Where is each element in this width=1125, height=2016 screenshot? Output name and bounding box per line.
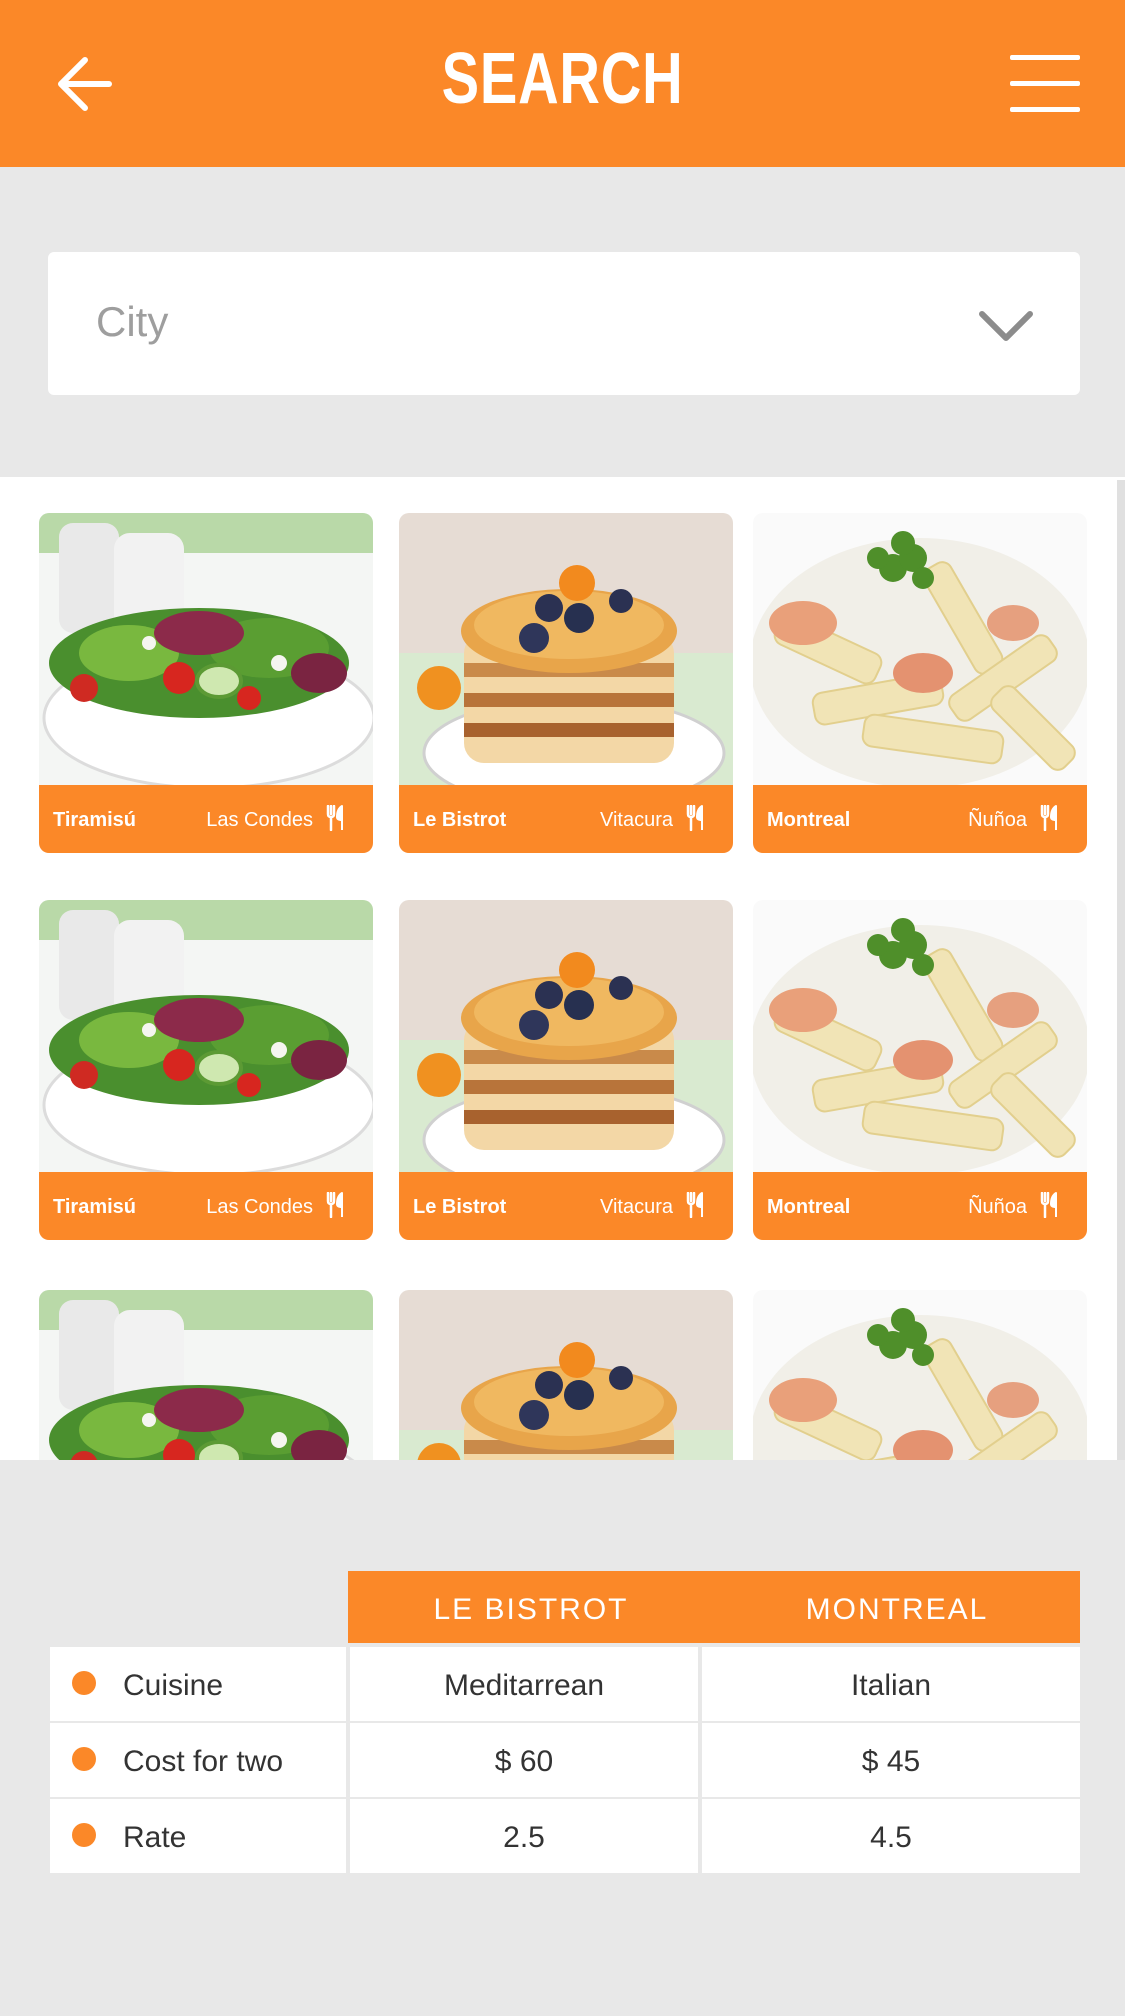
arrow-left-icon xyxy=(58,57,112,111)
restaurant-name: Montreal xyxy=(767,809,851,831)
food-image xyxy=(39,900,373,1172)
restaurant-name: Le Bistrot xyxy=(413,1196,507,1218)
column-header-le-bistrot: LE BISTROT xyxy=(433,1593,629,1626)
restaurant-location: Vitacura xyxy=(599,809,673,831)
card-caption-bar: Tiramisú Las Condes xyxy=(39,1172,373,1240)
table-cell: 2.5 xyxy=(503,1821,545,1854)
bullet-dot xyxy=(72,1747,96,1771)
restaurant-location: Las Condes xyxy=(206,809,313,831)
table-cell: $ 60 xyxy=(494,1745,554,1778)
card-caption-bar: Le Bistrot Vitacura xyxy=(399,785,733,853)
row-label: Cuisine xyxy=(123,1669,224,1702)
fork-knife-icon xyxy=(326,805,343,831)
card-caption-bar: Le Bistrot Vitacura xyxy=(399,1172,733,1240)
restaurant-card-montreal[interactable] xyxy=(753,1290,1087,1460)
restaurant-location: Ñuñoa xyxy=(968,809,1027,831)
fork-knife-icon xyxy=(326,1192,343,1218)
bullet-dot xyxy=(72,1671,96,1695)
restaurant-card-tiramisu[interactable]: Tiramisú Las Condes xyxy=(39,513,373,853)
restaurant-card-montreal[interactable]: Montreal Ñuñoa xyxy=(753,513,1087,853)
food-image xyxy=(753,900,1087,1172)
restaurant-name: Montreal xyxy=(767,1196,851,1218)
comparison-header: LE BISTROT MONTREAL xyxy=(348,1571,1080,1643)
card-caption-bar: Montreal Ñuñoa xyxy=(753,785,1087,853)
food-image xyxy=(39,513,373,785)
food-image xyxy=(39,1290,373,1460)
hamburger-line xyxy=(1010,107,1080,112)
restaurant-card-tiramisu[interactable]: Tiramisú Las Condes xyxy=(39,900,373,1240)
chevron-down-icon xyxy=(979,311,1033,341)
table-row-cuisine: Cuisine Meditarrean Italian xyxy=(50,1647,1080,1721)
restaurant-name: Le Bistrot xyxy=(413,809,507,831)
table-row-cost: Cost for two $ 60 $ 45 xyxy=(50,1723,1080,1797)
fork-knife-icon xyxy=(1040,805,1057,831)
row-label: Rate xyxy=(123,1821,187,1854)
food-image xyxy=(399,1290,733,1460)
food-image xyxy=(753,1290,1087,1460)
restaurant-card-montreal[interactable]: Montreal Ñuñoa xyxy=(753,900,1087,1240)
menu-button[interactable] xyxy=(1010,55,1080,113)
table-cell: Meditarrean xyxy=(443,1669,605,1702)
table-cell: 4.5 xyxy=(870,1821,912,1854)
top-bar: SEARCH xyxy=(0,0,1125,167)
food-image xyxy=(399,513,733,785)
fork-knife-icon xyxy=(686,805,703,831)
card-caption-bar: Montreal Ñuñoa xyxy=(753,1172,1087,1240)
city-dropdown[interactable]: City xyxy=(48,252,1080,395)
scrollbar[interactable] xyxy=(1117,480,1125,1460)
restaurant-grid: Tiramisú Las Condes Le Bistrot Vitacura xyxy=(0,477,1125,1460)
fork-knife-icon xyxy=(1040,1192,1057,1218)
bullet-dot xyxy=(72,1823,96,1847)
row-label: Cost for two xyxy=(123,1745,284,1778)
table-cell: $ 45 xyxy=(861,1745,921,1778)
restaurant-card-le-bistrot[interactable]: Le Bistrot Vitacura xyxy=(399,900,733,1240)
column-header-montreal: MONTREAL xyxy=(805,1593,989,1626)
restaurant-card-tiramisu[interactable] xyxy=(39,1290,373,1460)
food-image xyxy=(399,900,733,1172)
restaurant-name: Tiramisú xyxy=(53,1196,136,1218)
restaurant-name: Tiramisú xyxy=(53,809,136,831)
fork-knife-icon xyxy=(686,1192,703,1218)
restaurant-card-le-bistrot[interactable] xyxy=(399,1290,733,1460)
hamburger-line xyxy=(1010,55,1080,60)
restaurant-location: Ñuñoa xyxy=(968,1196,1027,1218)
table-row-rate: Rate 2.5 4.5 xyxy=(50,1799,1080,1873)
card-caption-bar: Tiramisú Las Condes xyxy=(39,785,373,853)
city-placeholder: City xyxy=(96,298,169,345)
table-cell: Italian xyxy=(850,1669,932,1702)
page-title: SEARCH xyxy=(441,39,684,119)
restaurant-card-le-bistrot[interactable]: Le Bistrot Vitacura xyxy=(399,513,733,853)
restaurant-location: Vitacura xyxy=(599,1196,673,1218)
restaurant-location: Las Condes xyxy=(206,1196,313,1218)
food-image xyxy=(753,513,1087,785)
hamburger-line xyxy=(1010,81,1080,86)
